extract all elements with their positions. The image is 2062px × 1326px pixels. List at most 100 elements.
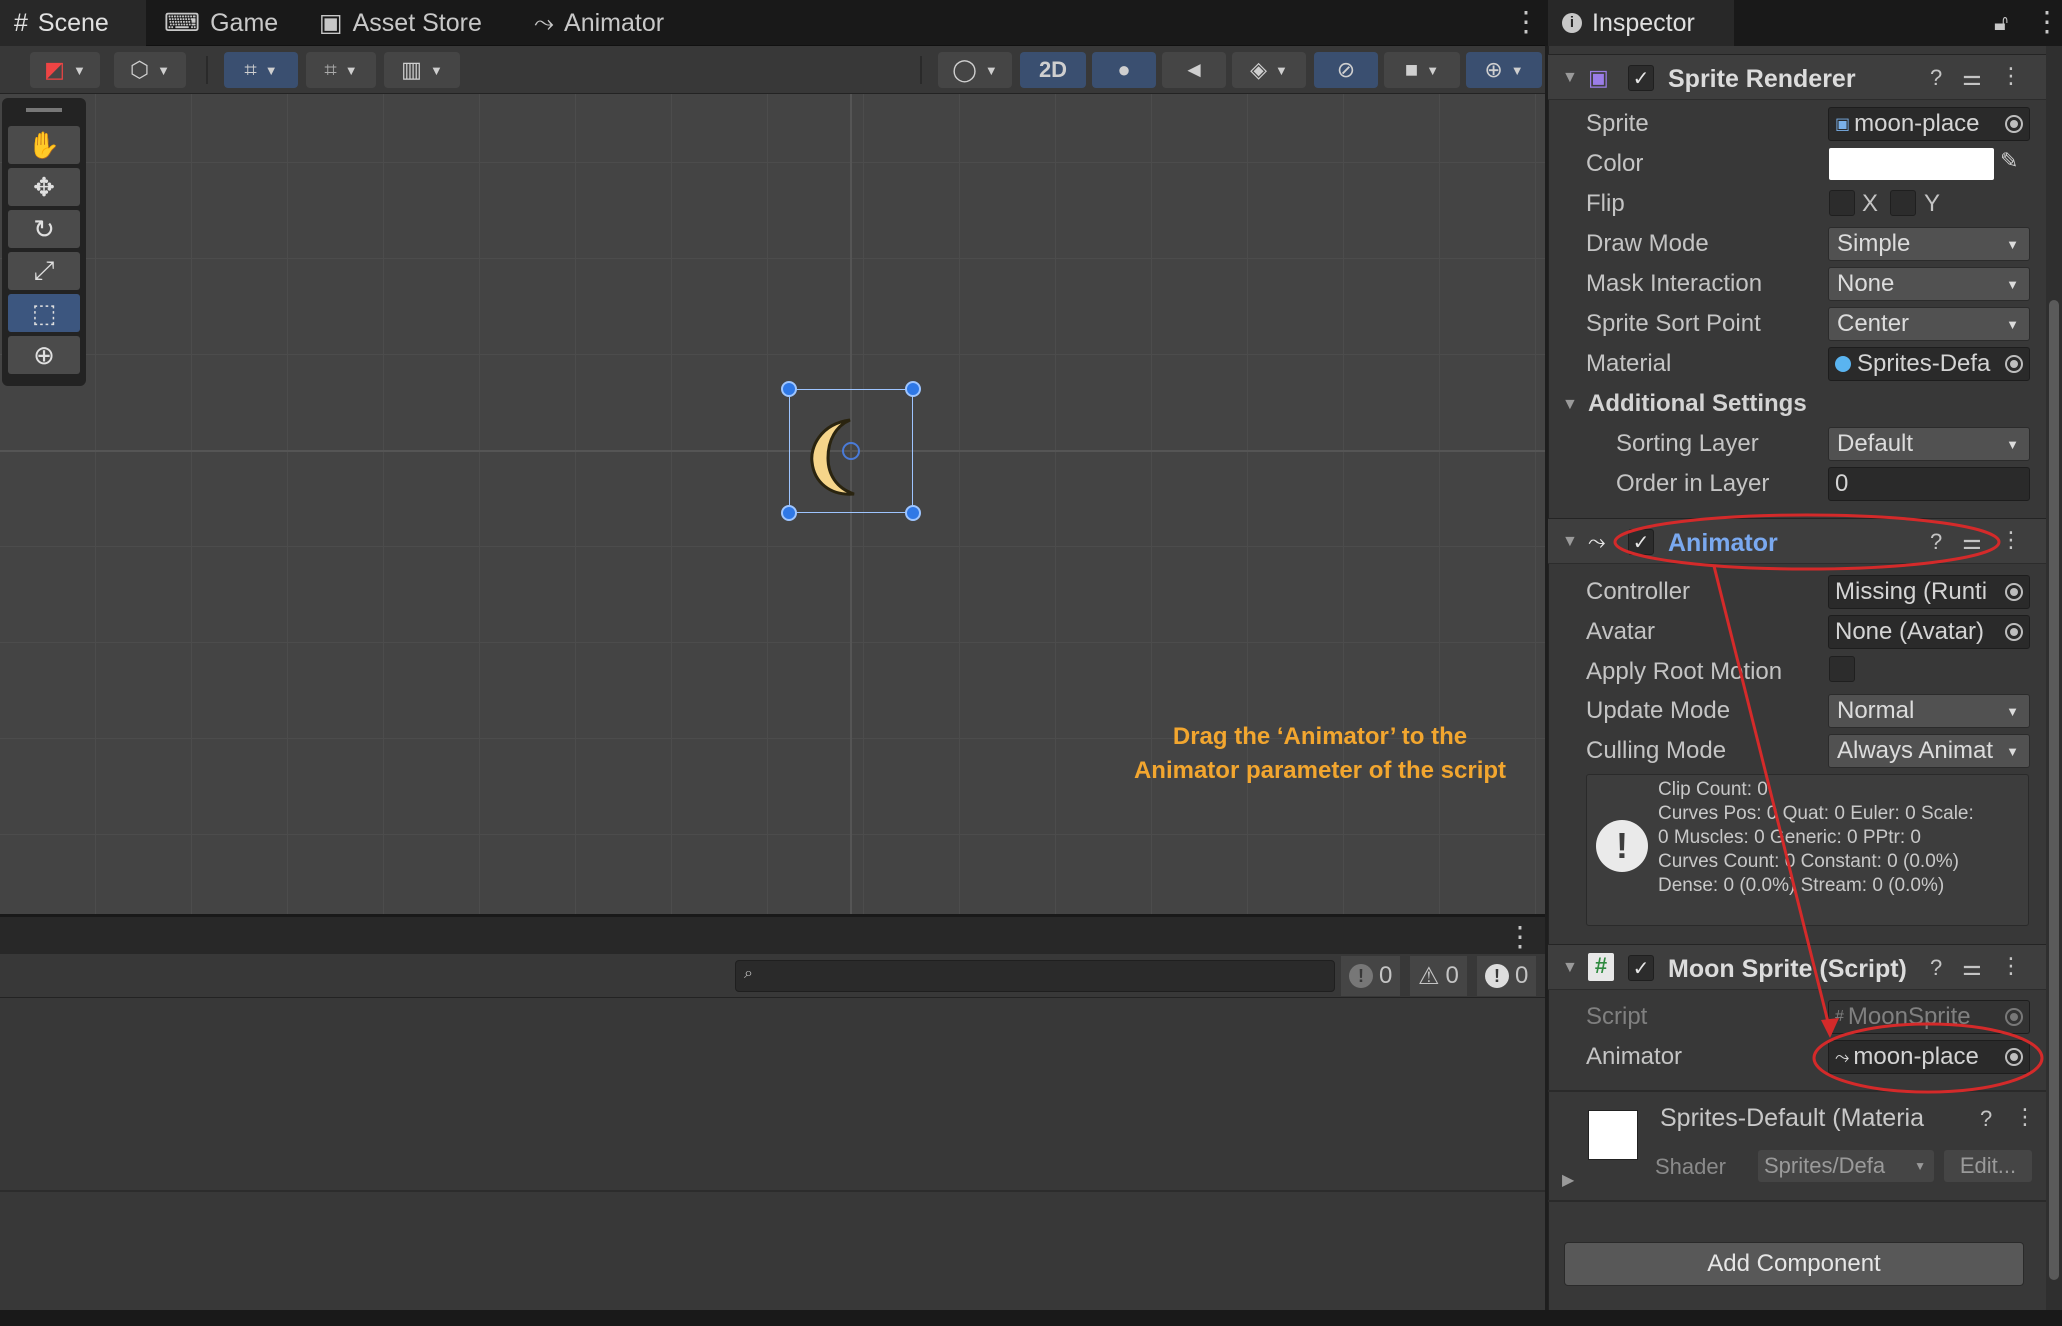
console-error-toggle[interactable]: ! 0 — [1341, 956, 1401, 996]
sprite-renderer-header[interactable]: ▼ ▣ ✓ Sprite Renderer ? ⚌ ⋮ — [1548, 54, 2062, 100]
scene-view[interactable] — [0, 94, 1545, 914]
material-expand-triangle-icon[interactable]: ▶ — [1562, 1170, 1574, 1190]
pivot-icon[interactable] — [842, 442, 860, 460]
grid-settings-button[interactable]: ▥ ▼ — [384, 52, 460, 88]
rect-handle-bottom-right[interactable] — [905, 505, 921, 521]
animator-icon: ⤳ — [534, 8, 555, 37]
move-icon: ✥ — [33, 171, 55, 202]
sprite-renderer-enabled-checkbox[interactable]: ✓ — [1628, 65, 1654, 91]
mask-interaction-label: Mask Interaction — [1586, 270, 1763, 297]
palette-drag-handle[interactable] — [26, 108, 62, 112]
lightbulb-icon: ● — [1117, 57, 1131, 82]
tutorial-annotation-overlay — [1613, 513, 2044, 1094]
console-header: ⋮ — [0, 914, 1545, 954]
rotate-icon: ↻ — [33, 213, 55, 244]
inspector-tab-bar: i Inspector 🔓︎ ⋮ — [1545, 0, 2062, 46]
material-field[interactable]: Sprites-Defa — [1828, 347, 2030, 381]
object-picker-icon[interactable] — [2005, 355, 2023, 373]
tab-inspector[interactable]: i Inspector — [1548, 0, 1734, 46]
effects-button[interactable]: ◈ ▼ — [1232, 52, 1306, 88]
material-menu-kebab-icon[interactable]: ⋮ — [2014, 1104, 2036, 1130]
console-search-input[interactable]: ⌕ — [735, 960, 1335, 992]
toolbar-separator — [206, 56, 208, 84]
mask-interaction-dropdown[interactable]: None ▼ — [1828, 267, 2030, 301]
shader-edit-button[interactable]: Edit... — [1944, 1150, 2032, 1182]
material-preview-swatch — [1588, 1110, 1638, 1160]
flip-x-checkbox[interactable] — [1829, 190, 1855, 216]
hand-tool-button[interactable]: ✋ — [8, 126, 80, 164]
gizmos-button[interactable]: ⊕ ▼ — [1466, 52, 1542, 88]
drag-arrow-line — [1712, 565, 1832, 1031]
shading-mode-button[interactable]: ◯ ▼ — [938, 52, 1012, 88]
warning-icon: ⚠ — [1418, 962, 1440, 990]
object-picker-icon[interactable] — [2005, 115, 2023, 133]
lighting-toggle-button[interactable]: ● — [1092, 52, 1156, 88]
component-divider — [1548, 1200, 2046, 1202]
rect-handle-bottom-left[interactable] — [781, 505, 797, 521]
draw-mode-dropdown[interactable]: Simple ▼ — [1828, 227, 2030, 261]
tab-scene[interactable]: # Scene — [0, 0, 146, 46]
mute-icon: ◄ — [1183, 57, 1205, 82]
transform-tool-button[interactable]: ⊕ — [8, 336, 80, 374]
gizmo-globe-icon: ⊕ — [1484, 57, 1503, 82]
highlight-ellipse-animator-header — [1613, 513, 2001, 571]
sorting-layer-dropdown[interactable]: Default ▼ — [1828, 427, 2030, 461]
mode-2d-button[interactable]: 2D — [1020, 52, 1086, 88]
rotate-tool-button[interactable]: ↻ — [8, 210, 80, 248]
snap-increment-button[interactable]: ⌗ ▼ — [306, 52, 376, 88]
gizmo-cube-button[interactable]: ⬡ ▼ — [114, 52, 186, 88]
rect-handle-top-right[interactable] — [905, 381, 921, 397]
console-message-toggle[interactable]: ! 0 — [1477, 956, 1537, 996]
help-icon[interactable]: ? — [1930, 65, 1942, 91]
snap-icon: ⌗ — [324, 57, 337, 82]
audio-toggle-button[interactable]: ◄ — [1162, 52, 1226, 88]
help-icon[interactable]: ? — [1980, 1106, 1992, 1132]
additional-settings-foldout[interactable]: Additional Settings — [1588, 390, 1807, 418]
console-log-area[interactable] — [0, 998, 1545, 1310]
sprite-renderer-title: Sprite Renderer — [1668, 65, 1856, 93]
moon-sprite[interactable] — [810, 418, 866, 498]
component-menu-kebab-icon[interactable]: ⋮ — [2000, 63, 2022, 89]
rect-handle-top-left[interactable] — [781, 381, 797, 397]
shader-label: Shader — [1655, 1154, 1726, 1179]
scene-toolbar: ◩ ▼ ⬡ ▼ ⌗ ▼ ⌗ ▼ ▥ ▼ ◯ ▼ 2D ● ◄ ◈ ▼ ⊘ ■ ▼ ⊕ ▼ — [0, 46, 1545, 94]
flip-y-label: Y — [1924, 190, 1941, 217]
collapse-triangle-icon[interactable]: ▼ — [1562, 69, 1578, 87]
sprite-sort-point-dropdown[interactable]: Center ▼ — [1828, 307, 2030, 341]
chevron-down-icon: ▼ — [2006, 276, 2019, 292]
color-swatch[interactable] — [1829, 148, 1994, 180]
draw-mode-label: Draw Mode — [1586, 230, 1709, 257]
inspector-menu-kebab-icon[interactable]: ⋮ — [2033, 8, 2061, 36]
eyedropper-icon[interactable]: ✎ — [2000, 148, 2018, 174]
cube-icon: ⬡ — [129, 57, 150, 82]
toolbar-separator — [920, 56, 922, 84]
tab-game[interactable]: ⌨ Game — [150, 0, 292, 46]
material-sphere-icon — [1835, 356, 1851, 372]
drag-arrow-head — [1821, 1018, 1839, 1038]
tool-palette: ✋ ✥ ↻ ⤢ ⬚ ⊕ — [2, 98, 86, 386]
scene-axis-x — [0, 450, 1545, 452]
tab-animator[interactable]: ⤳ Animator — [520, 0, 678, 46]
grid-snap-button[interactable]: ⌗ ▼ — [224, 52, 298, 88]
additional-settings-triangle-icon[interactable]: ▼ — [1562, 396, 1578, 414]
scale-icon: ⤢ — [33, 255, 55, 285]
add-component-button[interactable]: Add Component — [1564, 1242, 2024, 1286]
visibility-toggle-button[interactable]: ⊘ — [1314, 52, 1378, 88]
color-label: Color — [1586, 150, 1644, 177]
flip-x-label: X — [1862, 190, 1879, 217]
sprite-field[interactable]: ▣ moon-place — [1828, 107, 2030, 141]
move-tool-button[interactable]: ✥ — [8, 168, 80, 206]
rect-tool-button[interactable]: ⬚ — [8, 294, 80, 332]
tab-asset-store[interactable]: ▣ Asset Store — [305, 0, 496, 46]
order-in-layer-input[interactable]: 0 — [1828, 467, 2030, 501]
draw-mode-button[interactable]: ◩ ▼ — [30, 52, 100, 88]
tab-menu-kebab-icon[interactable]: ⋮ — [1512, 8, 1540, 36]
flip-y-checkbox[interactable] — [1890, 190, 1916, 216]
scale-tool-button[interactable]: ⤢ — [8, 252, 80, 290]
console-warning-toggle[interactable]: ⚠ 0 — [1410, 956, 1467, 996]
gamepad-icon: ⌨ — [164, 9, 201, 37]
presets-icon[interactable]: ⚌ — [1962, 65, 1982, 91]
camera-button[interactable]: ■ ▼ — [1384, 52, 1460, 88]
lock-icon[interactable]: 🔓︎ — [1994, 10, 2008, 36]
shader-dropdown[interactable]: Sprites/Defa ▼ — [1758, 1150, 1934, 1182]
